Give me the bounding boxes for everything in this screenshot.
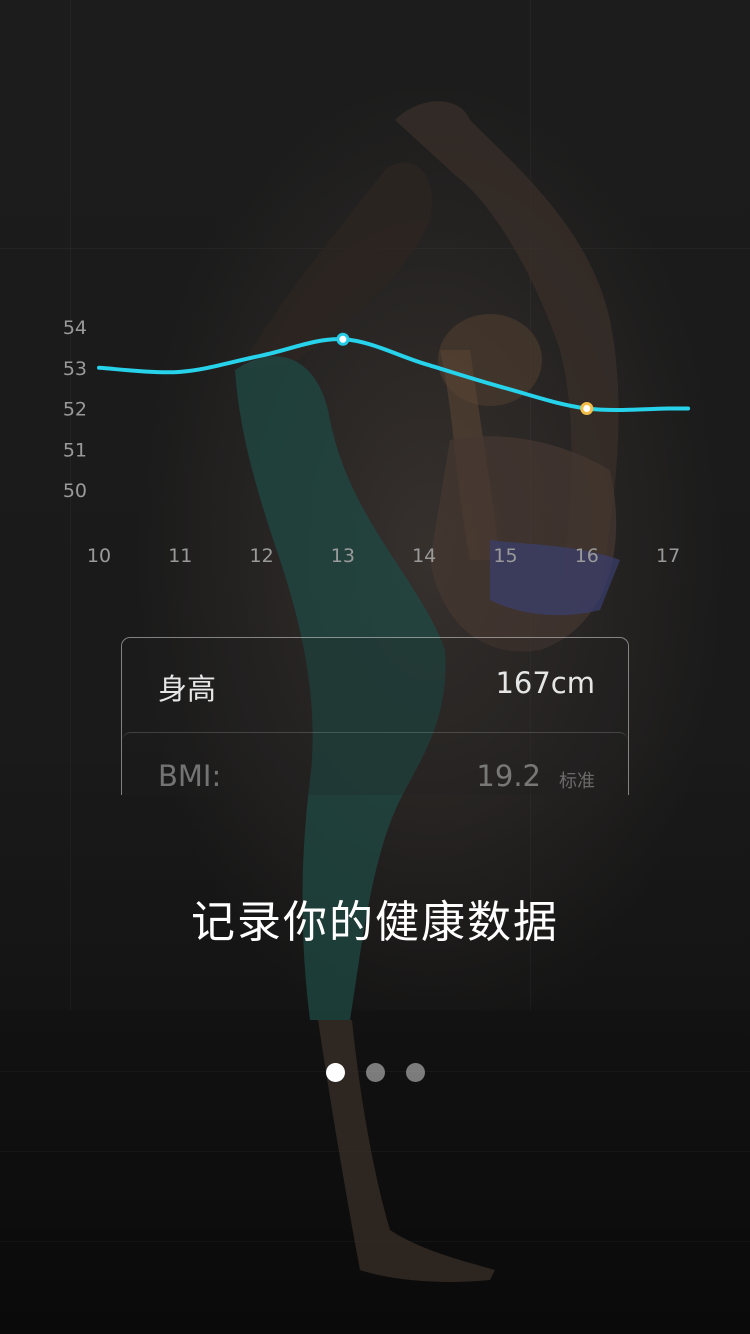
weight-line-chart: 54 53 52 51 50 10 11 12 13 14 15 16 17 — [63, 317, 691, 567]
page-dot[interactable] — [325, 1063, 345, 1082]
x-tick-label[interactable]: 15 — [493, 545, 517, 567]
highlighted-data-point[interactable] — [580, 402, 594, 415]
weight-series-line — [97, 337, 691, 412]
height-label: 身高 — [158, 672, 217, 706]
y-tick-label: 52 — [63, 399, 87, 421]
highlighted-data-point[interactable] — [336, 332, 350, 346]
bmi-value: 19.2 — [476, 759, 541, 793]
x-tick-label[interactable]: 12 — [250, 545, 274, 567]
stats-card: 身高 167cm BMI: 19.2 标准 — [121, 637, 629, 795]
y-tick-label: 54 — [63, 317, 87, 339]
height-row[interactable]: 身高 167cm — [122, 638, 628, 732]
x-tick-label[interactable]: 17 — [656, 545, 680, 567]
onboarding-screen: 54 53 52 51 50 10 11 12 13 14 15 16 17 身高 167cm BMI… — [0, 0, 750, 1334]
page-dot[interactable] — [365, 1063, 385, 1082]
page-dot[interactable] — [405, 1063, 425, 1082]
x-tick-label[interactable]: 14 — [412, 545, 436, 567]
y-axis: 54 53 52 51 50 — [63, 317, 87, 502]
bmi-status-tag: 标准 — [559, 771, 595, 792]
series-layer — [97, 332, 691, 415]
bmi-row[interactable]: BMI: 19.2 标准 — [122, 732, 628, 795]
y-tick-label: 53 — [63, 358, 87, 380]
x-tick-label[interactable]: 16 — [575, 545, 599, 567]
y-tick-label: 51 — [63, 439, 87, 461]
x-tick-label[interactable]: 13 — [331, 545, 355, 567]
x-tick-label[interactable]: 11 — [168, 545, 192, 567]
height-value: 167cm — [495, 666, 595, 700]
x-tick-label[interactable]: 10 — [87, 545, 111, 567]
onboarding-headline: 记录你的健康数据 — [191, 897, 559, 948]
bmi-label: BMI: — [158, 759, 222, 793]
y-tick-label: 50 — [63, 480, 87, 502]
page-indicator[interactable] — [0, 1063, 750, 1083]
x-axis: 10 11 12 13 14 15 16 17 — [87, 545, 680, 567]
